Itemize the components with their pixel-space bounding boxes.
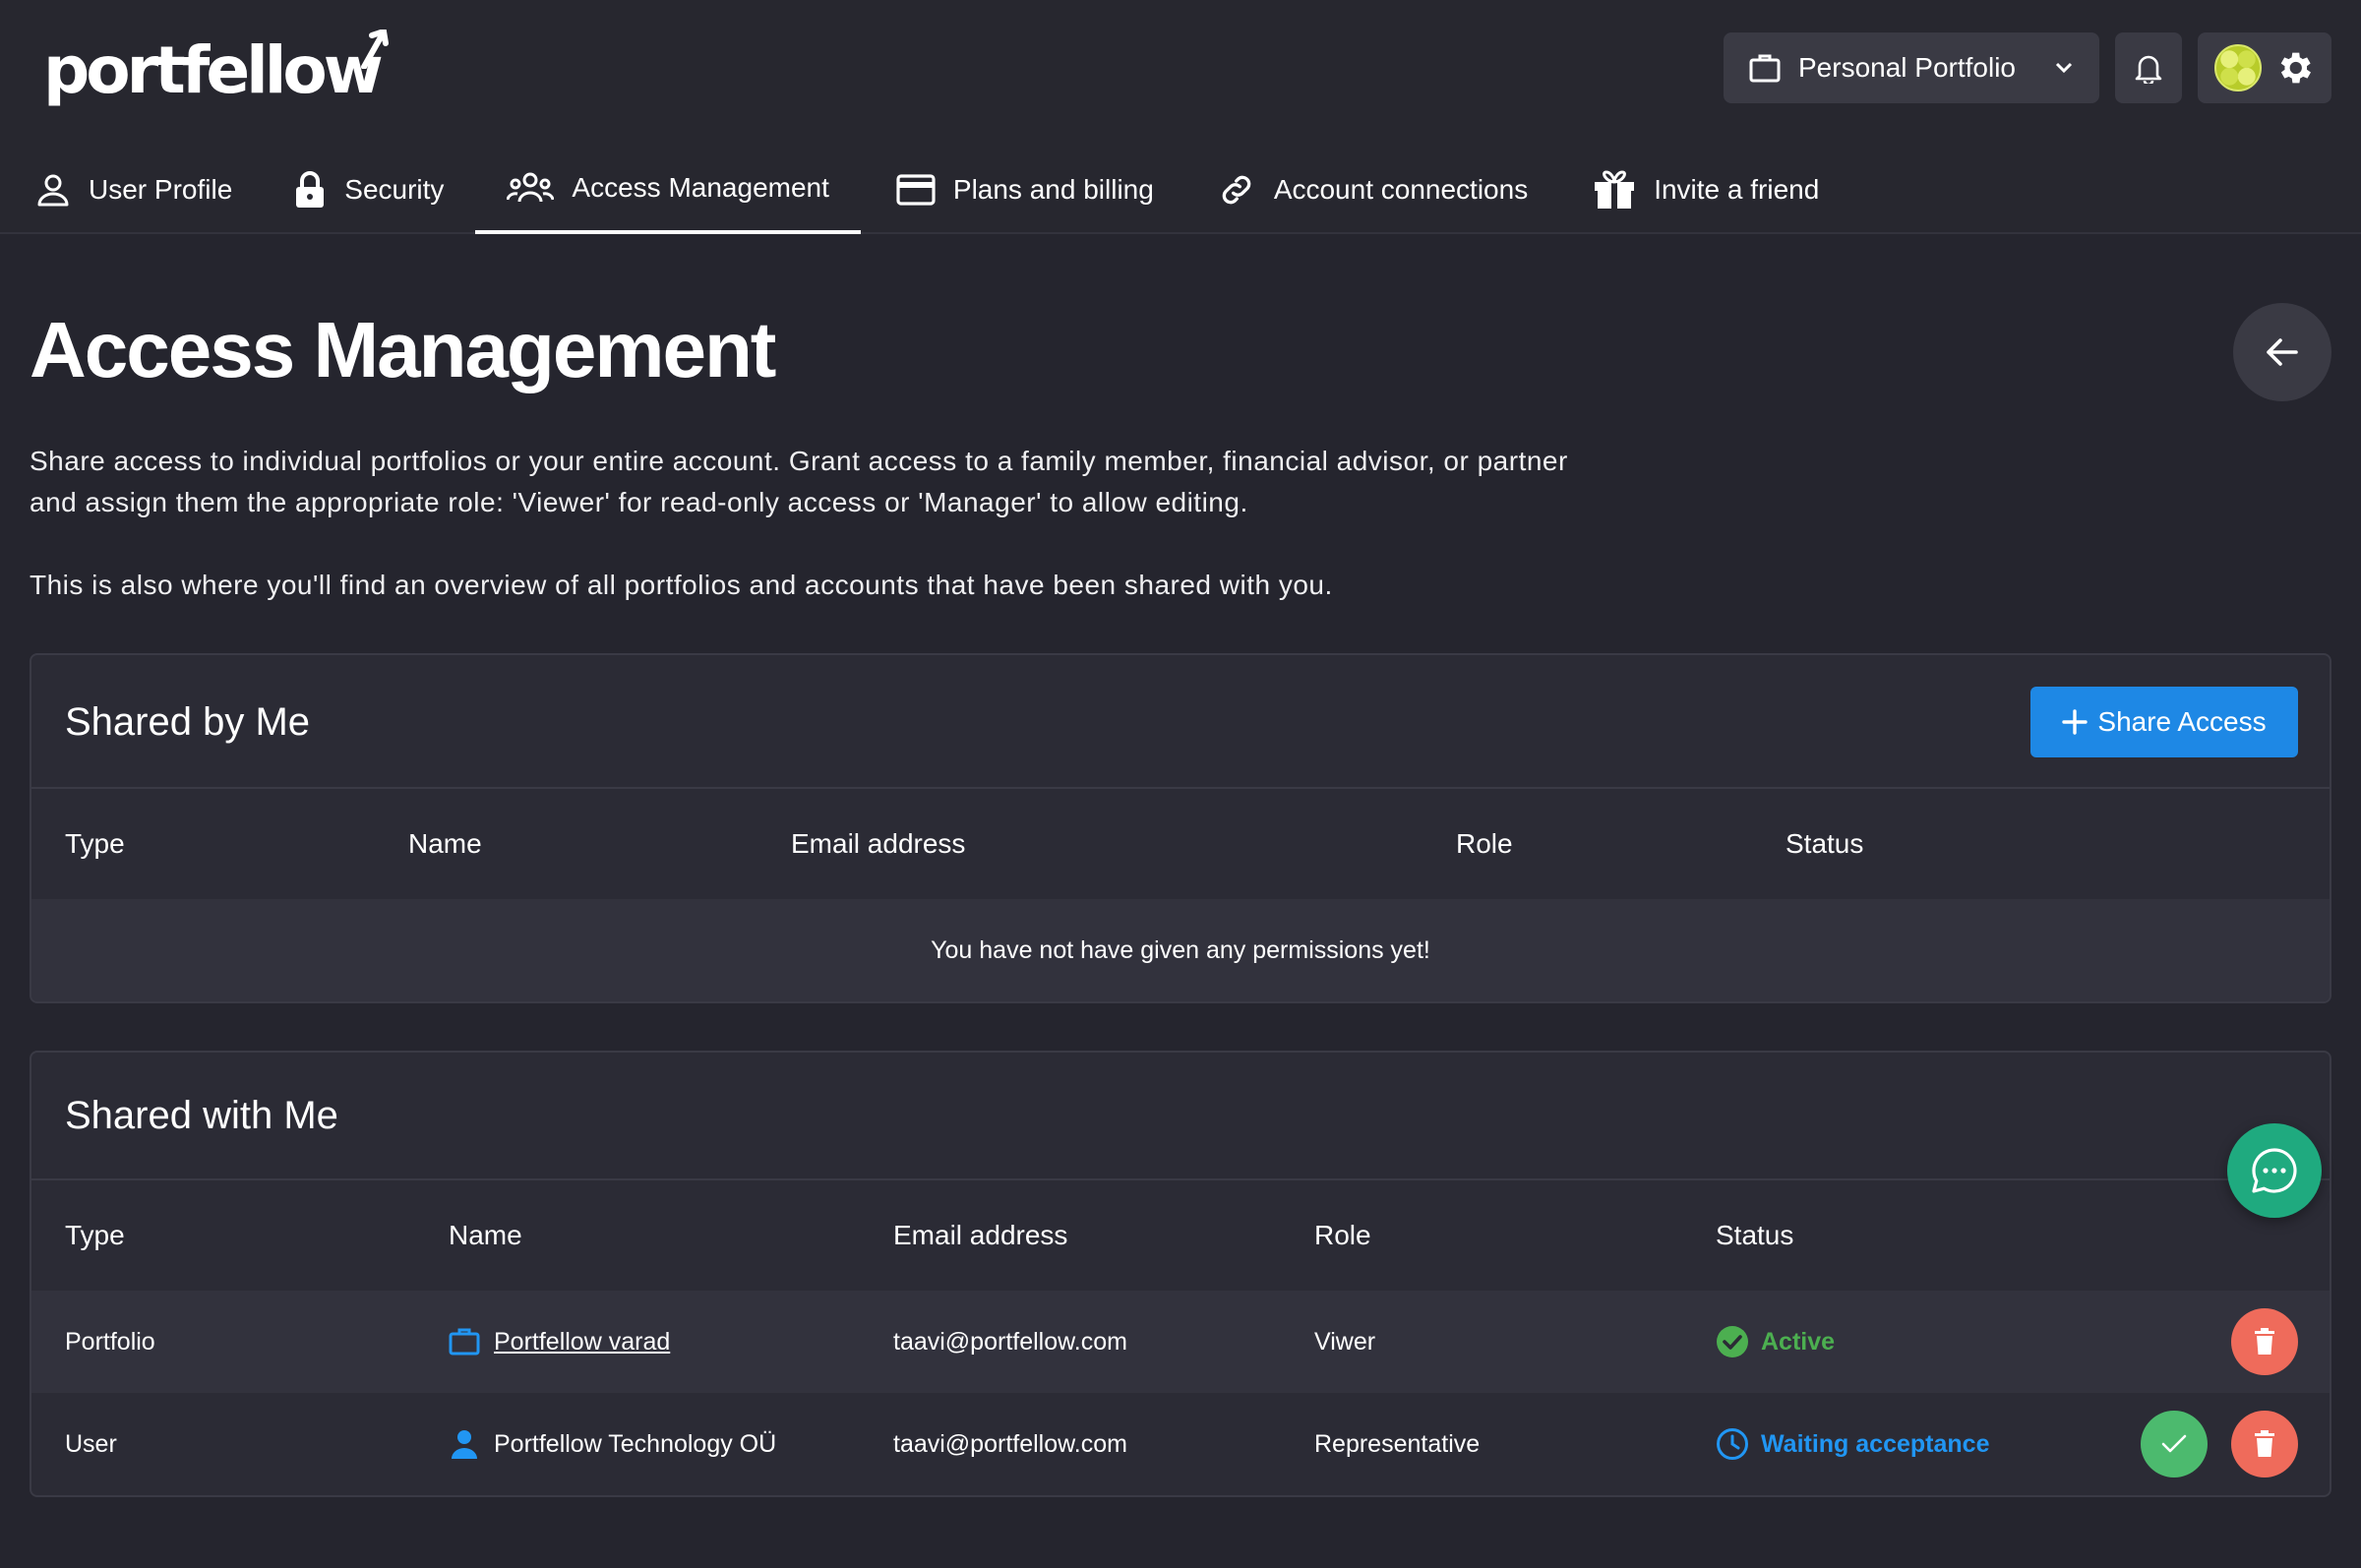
logo-arrow-icon [360, 30, 389, 69]
column-header-status: Status [1786, 828, 1864, 859]
credit-card-icon [896, 174, 936, 206]
column-header-name: Name [449, 1220, 522, 1250]
table-row: User Portfellow Technology OÜ taavi@port… [31, 1393, 2330, 1495]
tab-label: Invite a friend [1654, 174, 1820, 205]
chat-support-button[interactable] [2227, 1123, 2322, 1218]
page-description: Share access to individual portfolios or… [30, 441, 1604, 606]
card-header: Shared with Me [31, 1053, 2330, 1180]
logo-text: portfellow [43, 32, 384, 108]
tab-account-connections[interactable]: Account connections [1185, 146, 1559, 234]
briefcase-icon [449, 1328, 480, 1356]
row-email: taavi@portfellow.com [893, 1430, 1127, 1458]
row-name: Portfellow varad [449, 1322, 670, 1361]
column-header-email: Email address [791, 828, 966, 859]
portfellow-logo[interactable]: portfellow [43, 30, 389, 112]
person-icon [452, 1430, 477, 1459]
status-label: Waiting acceptance [1761, 1429, 1990, 1458]
notifications-button[interactable] [2115, 32, 2182, 103]
accept-button[interactable] [2141, 1411, 2208, 1478]
column-header-role: Role [1314, 1220, 1371, 1250]
portfolio-selector-label: Personal Portfolio [1798, 52, 2017, 83]
chat-icon [2252, 1148, 2297, 1193]
tab-label: User Profile [89, 174, 233, 205]
row-type: Portfolio [65, 1328, 155, 1356]
card-title: Shared by Me [65, 700, 311, 744]
column-header-email: Email address [893, 1220, 1068, 1250]
status-label: Active [1761, 1327, 1836, 1356]
tab-plans-billing[interactable]: Plans and billing [861, 146, 1185, 234]
gear-icon [2280, 52, 2311, 84]
check-circle-icon [1717, 1326, 1748, 1357]
tab-security[interactable]: Security [262, 146, 475, 234]
users-icon [507, 172, 555, 203]
trash-icon [2255, 1430, 2274, 1457]
column-header-type: Type [65, 1220, 125, 1250]
tab-label: Account connections [1273, 174, 1529, 205]
tab-label: Access Management [572, 172, 829, 203]
delete-button[interactable] [2231, 1308, 2298, 1375]
table-header: Type Name Email address Role Status [31, 1180, 2330, 1291]
avatar [2214, 44, 2262, 91]
column-header-type: Type [65, 828, 125, 859]
status-badge: Active [1716, 1322, 1835, 1361]
back-button[interactable] [2233, 303, 2331, 401]
tab-user-profile[interactable]: User Profile [0, 146, 262, 234]
user-name: Portfellow Technology OÜ [494, 1429, 777, 1458]
card-title: Shared with Me [65, 1094, 338, 1137]
description-paragraph: This is also where you'll find an overvi… [30, 570, 1333, 600]
portfolio-selector[interactable]: Personal Portfolio [1724, 32, 2099, 103]
user-icon [37, 174, 69, 207]
settings-tabs: User Profile Security Access Management [0, 146, 1850, 234]
card-header: Shared by Me Share Access [31, 655, 2330, 789]
chevron-down-icon [2055, 62, 2073, 74]
tab-label: Plans and billing [952, 174, 1154, 205]
share-access-label: Share Access [2097, 706, 2267, 737]
briefcase-icon [1749, 54, 1781, 83]
description-paragraph: Share access to individual portfolios or… [30, 446, 1568, 517]
status-badge: Waiting acceptance [1716, 1424, 1989, 1464]
trash-icon [2255, 1328, 2274, 1355]
row-type: User [65, 1430, 117, 1458]
share-access-button[interactable]: Share Access [2030, 687, 2298, 757]
check-icon [2161, 1434, 2187, 1453]
arrow-left-icon [2267, 338, 2298, 366]
lock-icon [296, 171, 325, 208]
column-header-role: Role [1456, 828, 1513, 859]
bell-icon [2135, 55, 2162, 84]
link-icon [1222, 175, 1251, 205]
table-header: Type Name Email address Role Status [31, 789, 2330, 899]
table-row: Portfolio Portfellow varad taavi@portfel… [31, 1291, 2330, 1393]
app-header: portfellow Personal Portfolio User Profi… [0, 0, 2361, 234]
shared-with-me-card: Shared with Me Type Name Email address R… [30, 1051, 2331, 1497]
gift-icon [1595, 170, 1635, 209]
row-role: Representative [1314, 1430, 1481, 1458]
empty-state-message: You have not have given any permissions … [31, 899, 2330, 1001]
plus-icon [2062, 709, 2089, 735]
shared-by-me-card: Shared by Me Share Access Type Name Emai… [30, 653, 2331, 1003]
portfolio-link[interactable]: Portfellow varad [494, 1328, 670, 1357]
delete-button[interactable] [2231, 1411, 2298, 1478]
clock-icon [1717, 1428, 1748, 1460]
tab-label: Security [344, 174, 445, 205]
header-actions: Personal Portfolio [1724, 32, 2331, 103]
row-email: taavi@portfellow.com [893, 1328, 1127, 1356]
row-role: Viwer [1314, 1328, 1376, 1356]
tab-invite-friend[interactable]: Invite a friend [1559, 146, 1850, 234]
profile-settings-button[interactable] [2198, 32, 2331, 103]
column-header-status: Status [1716, 1220, 1794, 1250]
column-header-name: Name [408, 828, 482, 859]
tab-access-management[interactable]: Access Management [475, 146, 861, 234]
row-name: Portfellow Technology OÜ [449, 1424, 776, 1464]
page-title: Access Management [30, 306, 776, 393]
